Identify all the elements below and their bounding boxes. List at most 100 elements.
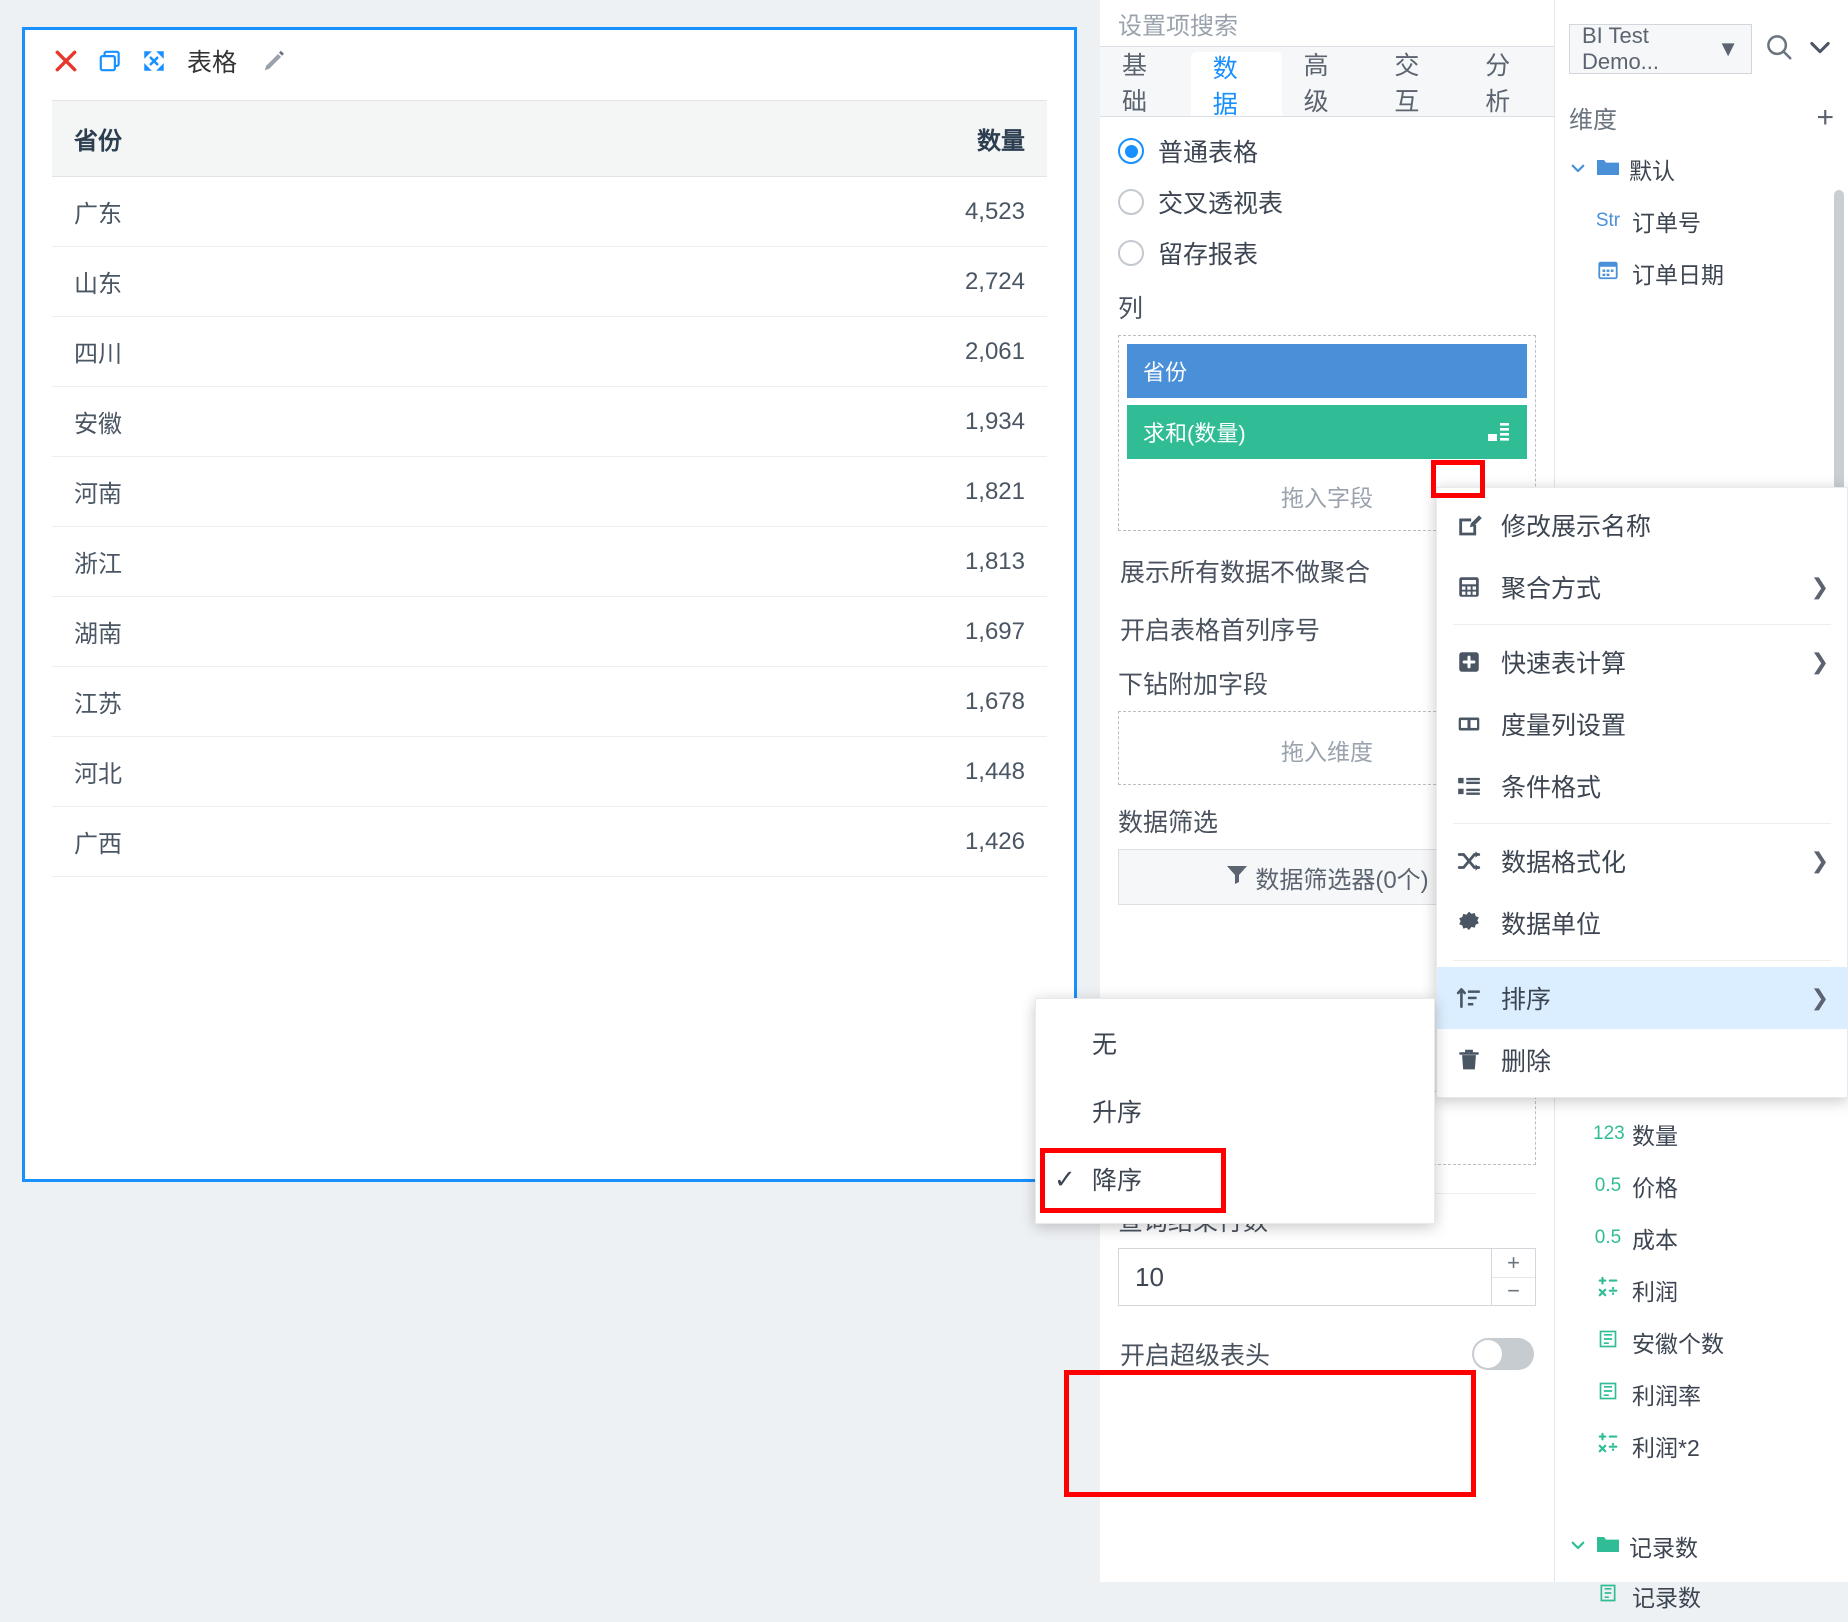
cell-quantity: 1,697 bbox=[518, 596, 1047, 667]
field-chip-menu-icon[interactable] bbox=[1487, 421, 1511, 443]
sort-option-none-label: 无 bbox=[1092, 1031, 1118, 1059]
menu-item-measure-column-settings[interactable]: 度量列设置 bbox=[1437, 693, 1847, 755]
table-row[interactable]: 四川 2,061 bbox=[52, 316, 1047, 387]
table-row[interactable]: 安徽 1,934 bbox=[52, 386, 1047, 457]
tab-data[interactable]: 数据 bbox=[1190, 52, 1282, 119]
switch-super-header[interactable]: 开启超级表头 bbox=[1120, 1336, 1534, 1372]
table-chart-card[interactable]: 表格 省份 数量 广东 4,523 山东 2,724 四川 2,061 安徽 1,934 河南 1… bbox=[22, 27, 1077, 1182]
row-count-stepper[interactable]: + − bbox=[1118, 1248, 1536, 1306]
measure-field-4[interactable]: 安徽个数 bbox=[1555, 1316, 1848, 1368]
row-count-decrement[interactable]: − bbox=[1492, 1278, 1535, 1306]
field-chip-sum-quantity[interactable]: 求和(数量) bbox=[1127, 405, 1527, 459]
menu-item-data-unit[interactable]: 数据单位 bbox=[1437, 892, 1847, 954]
radio-retention-report[interactable]: 留存报表 bbox=[1118, 235, 1536, 271]
dimension-folder-default[interactable]: 默认 bbox=[1555, 143, 1848, 195]
table-row[interactable]: 浙江 1,813 bbox=[52, 526, 1047, 597]
sidebar-scrollbar[interactable] bbox=[1834, 190, 1844, 490]
menu-item-data-format[interactable]: 数据格式化 ❯ bbox=[1437, 830, 1847, 892]
row-count-increment[interactable]: + bbox=[1492, 1249, 1535, 1278]
table-row[interactable]: 广西 1,426 bbox=[52, 806, 1047, 877]
table-row[interactable]: 江苏 1,678 bbox=[52, 666, 1047, 737]
field-chip-province[interactable]: 省份 bbox=[1127, 344, 1527, 398]
tab-advanced-label: 高级 bbox=[1303, 51, 1329, 116]
data-filter-button-label: 数据筛选器(0个) bbox=[1255, 866, 1429, 894]
measure-field-3[interactable]: 利润 bbox=[1555, 1264, 1848, 1316]
switch-super-header-toggle[interactable] bbox=[1472, 1338, 1534, 1370]
chevron-right-icon: ❯ bbox=[1810, 848, 1829, 873]
tab-basic-label: 基础 bbox=[1122, 51, 1148, 116]
close-icon[interactable] bbox=[51, 46, 81, 76]
menu-item-delete[interactable]: 删除 bbox=[1437, 1029, 1847, 1091]
measure-field-0[interactable]: 123 数量 bbox=[1555, 1108, 1848, 1160]
chevron-down-icon[interactable] bbox=[1569, 1533, 1587, 1560]
menu-item-measure-column-settings-label: 度量列设置 bbox=[1501, 712, 1627, 740]
measure-field-label: 利润率 bbox=[1632, 1383, 1701, 1409]
menu-item-aggregation[interactable]: 聚合方式 ❯ bbox=[1437, 556, 1847, 618]
cell-quantity: 1,426 bbox=[518, 806, 1047, 877]
row-count-input[interactable] bbox=[1119, 1249, 1491, 1305]
settings-search-bar[interactable]: 设置项搜索 bbox=[1100, 0, 1554, 47]
tab-basic[interactable]: 基础 bbox=[1100, 47, 1191, 116]
field-record-count[interactable]: 记录数 bbox=[1555, 1570, 1848, 1622]
chevron-down-icon: ▼ bbox=[1717, 36, 1739, 61]
measure-field-5[interactable]: 利润率 bbox=[1555, 1368, 1848, 1420]
sort-option-descending[interactable]: ✓ 降序 bbox=[1036, 1145, 1434, 1213]
measure-folder-record-count[interactable]: 记录数 bbox=[1555, 1520, 1848, 1572]
measure-field-label: 利润 bbox=[1632, 1279, 1678, 1305]
table-row[interactable]: 山东 2,724 bbox=[52, 246, 1047, 317]
field-order-id[interactable]: Str 订单号 bbox=[1555, 195, 1848, 247]
column-header-province[interactable]: 省份 bbox=[52, 100, 519, 177]
menu-item-sort[interactable]: 排序 ❯ bbox=[1437, 967, 1847, 1029]
menu-separator bbox=[1453, 960, 1831, 961]
tab-analysis[interactable]: 分析 bbox=[1463, 47, 1554, 116]
radio-retention-report-indicator bbox=[1118, 240, 1144, 266]
field-order-date[interactable]: 订单日期 bbox=[1555, 247, 1848, 299]
sort-option-none[interactable]: 无 bbox=[1036, 1009, 1434, 1077]
dimension-folder-label: 默认 bbox=[1629, 158, 1675, 184]
table-row[interactable]: 河北 1,448 bbox=[52, 736, 1047, 807]
menu-item-conditional-format[interactable]: 条件格式 bbox=[1437, 755, 1847, 817]
datasource-row: BI Test Demo... ▼ bbox=[1555, 0, 1848, 84]
table-row[interactable]: 湖南 1,697 bbox=[52, 596, 1047, 667]
collapse-chevron-icon[interactable] bbox=[1806, 33, 1834, 66]
measure-field-2[interactable]: 0.5 成本 bbox=[1555, 1212, 1848, 1264]
result-table: 省份 数量 广东 4,523 山东 2,724 四川 2,061 安徽 1,934 河南 1,82… bbox=[52, 100, 1047, 877]
columns-icon bbox=[1455, 710, 1483, 738]
cell-quantity: 1,813 bbox=[518, 526, 1047, 597]
tab-interaction[interactable]: 交互 bbox=[1372, 47, 1463, 116]
field-order-date-label: 订单日期 bbox=[1632, 262, 1724, 288]
trash-icon bbox=[1455, 1046, 1483, 1074]
radio-normal-table[interactable]: 普通表格 bbox=[1118, 133, 1536, 169]
row-count-spinner[interactable]: + − bbox=[1491, 1249, 1535, 1305]
cell-quantity: 1,821 bbox=[518, 456, 1047, 527]
dimension-group-title: 维度 bbox=[1569, 107, 1617, 134]
search-icon[interactable] bbox=[1764, 32, 1794, 67]
measure-field-label: 成本 bbox=[1632, 1227, 1678, 1253]
add-dimension-icon[interactable]: + bbox=[1816, 102, 1834, 133]
cell-quantity: 1,448 bbox=[518, 736, 1047, 807]
pencil-icon[interactable] bbox=[259, 46, 289, 76]
switch-row-index-label: 开启表格首列序号 bbox=[1120, 617, 1321, 645]
measure-field-1[interactable]: 0.5 价格 bbox=[1555, 1160, 1848, 1212]
datasource-select[interactable]: BI Test Demo... ▼ bbox=[1569, 23, 1752, 74]
measure-field-list: 123 数量 0.5 价格 0.5 成本利润安徽个数利润率利润*2 bbox=[1555, 1108, 1848, 1472]
folder-icon bbox=[1596, 156, 1620, 183]
copy-icon[interactable] bbox=[95, 46, 125, 76]
expand-icon[interactable] bbox=[139, 46, 169, 76]
table-row[interactable]: 广东 4,523 bbox=[52, 176, 1047, 247]
radio-pivot-table[interactable]: 交叉透视表 bbox=[1118, 184, 1536, 220]
menu-item-delete-label: 删除 bbox=[1501, 1048, 1552, 1076]
menu-item-quick-calc[interactable]: 快速表计算 ❯ bbox=[1437, 631, 1847, 693]
menu-separator bbox=[1453, 624, 1831, 625]
cell-province: 江苏 bbox=[52, 666, 519, 737]
menu-item-rename[interactable]: 修改展示名称 bbox=[1437, 494, 1847, 556]
tab-advanced[interactable]: 高级 bbox=[1282, 47, 1373, 116]
date-icon bbox=[1593, 259, 1623, 287]
plus-square-icon bbox=[1455, 648, 1483, 676]
column-header-quantity[interactable]: 数量 bbox=[518, 100, 1047, 177]
chevron-down-icon[interactable] bbox=[1569, 156, 1587, 183]
sort-option-ascending[interactable]: 升序 bbox=[1036, 1077, 1434, 1145]
radio-pivot-table-label: 交叉透视表 bbox=[1158, 190, 1284, 218]
table-row[interactable]: 河南 1,821 bbox=[52, 456, 1047, 527]
measure-field-6[interactable]: 利润*2 bbox=[1555, 1420, 1848, 1472]
